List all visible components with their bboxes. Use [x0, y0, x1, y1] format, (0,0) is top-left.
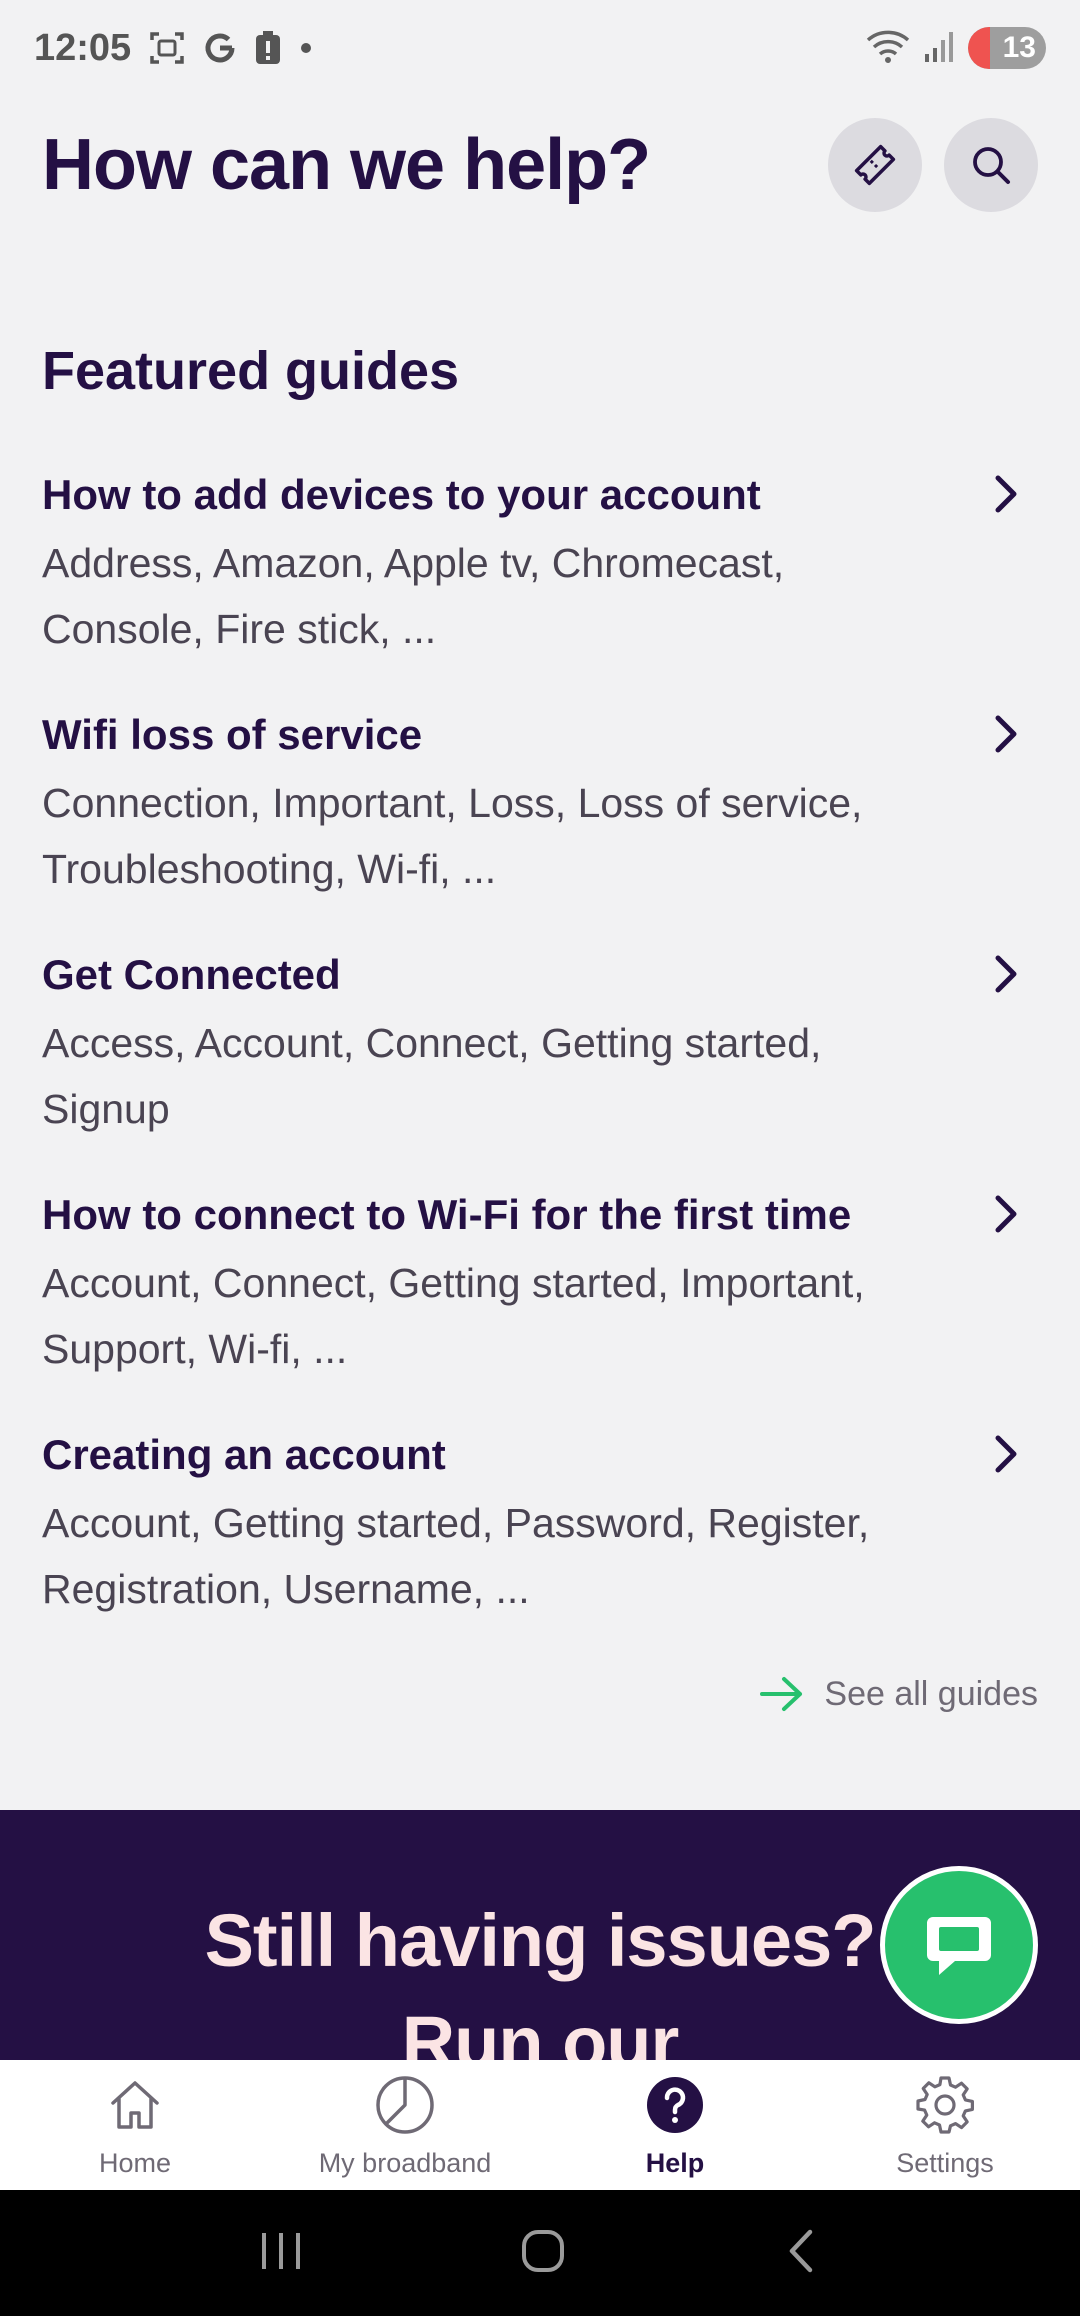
arrow-right-icon [760, 1677, 803, 1711]
nav-label-my-broadband: My broadband [318, 2148, 492, 2178]
chevron-right-icon [995, 475, 1017, 513]
guide-tags-line2: Troubleshooting, Wi-fi, ... [42, 846, 497, 892]
home-circle-icon [522, 2229, 564, 2272]
chat-bubble-icon [927, 1917, 991, 1975]
chevron-right-icon [995, 1195, 1017, 1233]
chevron-right-icon [995, 715, 1017, 753]
nav-item-home[interactable]: Home [0, 2060, 270, 2190]
search-button[interactable] [944, 118, 1038, 212]
dot-icon [299, 41, 313, 55]
guide-tags-line1: Address, Amazon, Apple tv, Chromecast, [42, 540, 785, 586]
alert-icon [255, 31, 281, 65]
see-all-guides-link[interactable]: See all guides [758, 1674, 1038, 1714]
guide-item[interactable]: Get Connected Access, Account, Connect, … [0, 940, 1080, 1180]
guide-title: Creating an account [42, 1431, 446, 1478]
nav-item-settings[interactable]: Settings [810, 2060, 1080, 2190]
nav-label-settings: Settings [896, 2148, 994, 2178]
see-all-guides-label: See all guides [824, 1674, 1038, 1713]
guide-tags-line1: Access, Account, Connect, Getting starte… [42, 1020, 822, 1066]
guide-title: How to add devices to your account [42, 471, 761, 518]
home-icon [100, 2070, 170, 2140]
chevron-right-icon [995, 955, 1017, 993]
nav-item-help[interactable]: Help [540, 2060, 810, 2190]
guide-tags-line1: Account, Connect, Getting started, Impor… [42, 1260, 865, 1306]
featured-guides-title: Featured guides [42, 341, 460, 401]
battery-indicator: 13 [968, 27, 1046, 69]
battery-level: 13 [1002, 31, 1036, 64]
page-title: How can we help? [42, 125, 651, 205]
help-icon [640, 2070, 710, 2140]
recent-apps-button[interactable] [256, 2229, 306, 2278]
ticket-icon [854, 144, 896, 186]
chat-button[interactable] [880, 1866, 1038, 2024]
guide-tags-line2: Support, Wi-fi, ... [42, 1326, 348, 1372]
nav-label-home: Home [98, 2148, 172, 2178]
guide-tags-line2: Signup [42, 1086, 170, 1132]
ticket-button[interactable] [828, 118, 922, 212]
guide-tags-line1: Account, Getting started, Password, Regi… [42, 1500, 870, 1546]
system-navigation-bar [0, 2190, 1080, 2316]
home-system-button[interactable] [518, 2226, 568, 2281]
status-left: 12:05 [34, 27, 313, 70]
guide-tags-line1: Connection, Important, Loss, Loss of ser… [42, 780, 863, 826]
status-right: 13 [866, 27, 1046, 69]
wifi-icon [866, 28, 910, 69]
recent-apps-icon [262, 2232, 300, 2269]
chevron-right-icon [995, 1435, 1017, 1473]
search-icon [973, 147, 1010, 184]
guide-title: Wifi loss of service [42, 711, 423, 758]
status-time: 12:05 [34, 26, 132, 69]
guide-tags-line2: Console, Fire stick, ... [42, 606, 437, 652]
guide-title: How to connect to Wi-Fi for the first ti… [42, 1191, 852, 1238]
bottom-navigation: Home My broadband Help Settings [0, 2060, 1080, 2190]
guide-tags-line2: Registration, Username, ... [42, 1566, 530, 1612]
back-arrow-icon [789, 2229, 813, 2272]
guide-item[interactable]: Creating an account Account, Getting sta… [0, 1420, 1080, 1660]
guide-title: Get Connected [42, 951, 341, 998]
guide-item[interactable]: How to connect to Wi-Fi for the first ti… [0, 1180, 1080, 1420]
gear-icon [910, 2070, 980, 2140]
guide-item[interactable]: Wifi loss of service Connection, Importa… [0, 700, 1080, 940]
guide-item[interactable]: How to add devices to your account Addre… [0, 460, 1080, 700]
nav-label-help: Help [645, 2148, 705, 2178]
nav-item-my-broadband[interactable]: My broadband [270, 2060, 540, 2190]
page-header: How can we help? [0, 110, 1080, 220]
status-bar: 12:05 13 [0, 0, 1080, 96]
back-button[interactable] [780, 2226, 824, 2281]
guide-list: How to add devices to your account Addre… [0, 460, 1080, 1660]
google-icon [203, 31, 237, 65]
signal-icon [924, 30, 954, 67]
pie-chart-icon [370, 2070, 440, 2140]
screenshot-icon [149, 30, 185, 66]
